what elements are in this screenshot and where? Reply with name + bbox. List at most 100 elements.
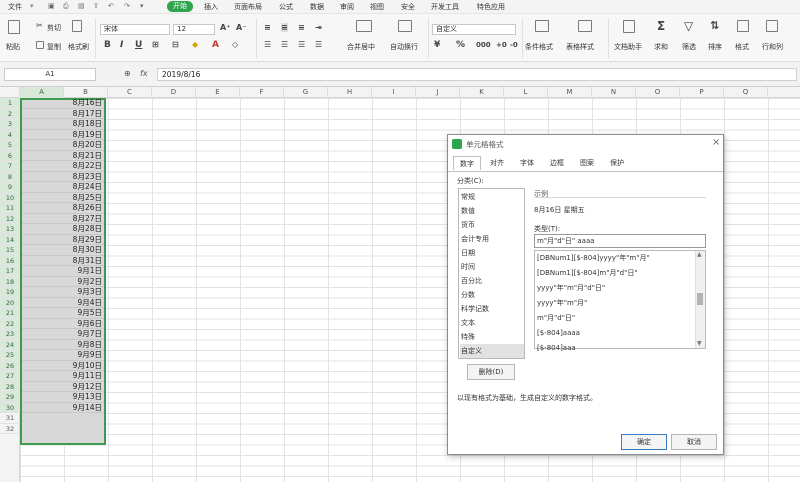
format-item[interactable]: [DBNum1][$-804]m"月"d"日" [537, 266, 695, 281]
category-item[interactable]: 数值 [460, 204, 524, 218]
category-item[interactable]: 时间 [460, 260, 524, 274]
font-size-select[interactable]: 12 [173, 24, 215, 35]
name-box[interactable]: A1 [4, 68, 96, 81]
row-header[interactable]: 22 [0, 318, 20, 329]
column-header-e[interactable]: E [196, 87, 240, 98]
sum-button[interactable]: 求和 [654, 42, 668, 52]
cell-a[interactable]: 8月25日 [22, 193, 104, 203]
format-item[interactable]: [$-804]aaaa [537, 326, 695, 341]
cell-a[interactable]: 8月23日 [22, 172, 104, 182]
row-header[interactable]: 16 [0, 255, 20, 266]
merge-border-icon[interactable]: ⊟ [172, 40, 179, 49]
format-item[interactable]: yyyy"年"m"月" [537, 296, 695, 311]
zoom-icon[interactable]: ⊕ [124, 69, 131, 78]
tab-security[interactable]: 安全 [401, 2, 415, 12]
tab-number[interactable]: 数字 [453, 156, 481, 170]
category-item[interactable]: 分数 [460, 288, 524, 302]
align-bottom-icon[interactable]: ≡ [298, 23, 305, 32]
sort-button[interactable]: 排序 [708, 42, 722, 52]
table-style-button[interactable]: 表格样式 [566, 42, 594, 52]
print-icon[interactable]: ⎙ [63, 2, 69, 11]
conditional-format-button[interactable]: 条件格式 [525, 42, 553, 52]
save-icon[interactable]: ▣ [48, 2, 55, 10]
format-item[interactable]: [DBNum1][$-804]yyyy"年"m"月" [537, 251, 695, 266]
column-header-b[interactable]: B [64, 87, 108, 98]
row-header[interactable]: 29 [0, 392, 20, 403]
cell-a[interactable]: 8月29日 [22, 235, 104, 245]
cell-a[interactable]: 9月13日 [22, 392, 104, 403]
cell-a[interactable]: 8月31日 [22, 256, 104, 266]
column-header-m[interactable]: M [548, 87, 592, 98]
tab-review[interactable]: 审阅 [340, 2, 354, 12]
align-right-icon[interactable]: ☰ [298, 40, 305, 49]
justify-icon[interactable]: ☰ [315, 40, 322, 49]
cell-a[interactable]: 9月4日 [22, 298, 104, 308]
select-all-corner[interactable] [0, 87, 20, 98]
cell-a[interactable]: 8月27日 [22, 214, 104, 224]
row-header[interactable]: 11 [0, 203, 20, 214]
column-header-c[interactable]: C [108, 87, 152, 98]
cell-a[interactable]: 8月17日 [22, 109, 104, 119]
tab-font[interactable]: 字体 [513, 156, 541, 170]
tab-home[interactable]: 开始 [167, 1, 193, 12]
tab-page-layout[interactable]: 页面布局 [234, 2, 262, 12]
font-color-icon[interactable]: A [212, 40, 219, 50]
undo-icon[interactable]: ↶ [108, 2, 114, 10]
scroll-up-icon[interactable]: ▲ [697, 251, 702, 258]
tab-insert[interactable]: 插入 [204, 2, 218, 12]
column-header-f[interactable]: F [240, 87, 284, 98]
row-header[interactable]: 28 [0, 381, 20, 392]
column-header-j[interactable]: J [416, 87, 460, 98]
row-header[interactable]: 31 [0, 413, 20, 424]
row-header[interactable]: 5 [0, 140, 20, 151]
row-header[interactable]: 15 [0, 245, 20, 256]
type-input[interactable]: m"月"d"日" aaaa [534, 234, 706, 248]
formula-input[interactable]: 2019/8/16 [157, 68, 797, 81]
close-icon[interactable]: × [712, 137, 720, 148]
cell-a[interactable]: 9月11日 [22, 371, 104, 382]
redo-icon[interactable]: ↷ [124, 2, 130, 10]
thousands-icon[interactable]: 000 [476, 41, 491, 49]
cell-a[interactable]: 9月12日 [22, 382, 104, 392]
wrap-text-button[interactable]: 自动换行 [390, 42, 418, 52]
tab-data[interactable]: 数据 [310, 2, 324, 12]
copy-button[interactable]: 复制 [47, 42, 61, 52]
column-header-n[interactable]: N [592, 87, 636, 98]
more-icon[interactable]: ▾ [140, 2, 144, 10]
row-header[interactable]: 21 [0, 308, 20, 319]
tab-view[interactable]: 视图 [370, 2, 384, 12]
indent-icon[interactable]: ⇥ [315, 23, 322, 32]
column-header-k[interactable]: K [460, 87, 504, 98]
cell-a[interactable]: 9月10日 [22, 361, 104, 371]
scroll-thumb[interactable] [697, 293, 703, 305]
format-item[interactable]: [$-804]aaa [537, 341, 695, 356]
cell-a[interactable]: 9月9日 [22, 350, 104, 361]
function-button[interactable]: fx [140, 69, 148, 78]
cell-a[interactable]: 9月5日 [22, 308, 104, 319]
column-header-o[interactable]: O [636, 87, 680, 98]
cell-a[interactable]: 9月1日 [22, 266, 104, 277]
row-header[interactable]: 25 [0, 350, 20, 361]
font-name-select[interactable]: 宋体 [100, 24, 170, 35]
cell-a[interactable]: 8月19日 [22, 130, 104, 140]
column-header-l[interactable]: L [504, 87, 548, 98]
row-header[interactable]: 12 [0, 213, 20, 224]
tab-protection[interactable]: 保护 [603, 156, 631, 170]
cell-a[interactable]: 9月14日 [22, 403, 104, 413]
cell-a[interactable]: 9月3日 [22, 287, 104, 298]
tab-alignment[interactable]: 对齐 [483, 156, 511, 170]
row-header[interactable]: 14 [0, 234, 20, 245]
filter-button[interactable]: 筛选 [682, 42, 696, 52]
column-header-h[interactable]: H [328, 87, 372, 98]
row-header[interactable]: 32 [0, 424, 20, 434]
row-header[interactable]: 10 [0, 192, 20, 203]
cell-a[interactable]: 9月2日 [22, 277, 104, 287]
column-header-a[interactable]: A [20, 87, 64, 98]
row-header[interactable]: 23 [0, 329, 20, 340]
fill-color-icon[interactable]: ◆ [192, 40, 198, 49]
scroll-down-icon[interactable]: ▼ [697, 340, 702, 347]
align-middle-icon[interactable]: ≡ [281, 23, 288, 32]
align-center-icon[interactable]: ☰ [281, 40, 288, 49]
cell-a[interactable]: 8月20日 [22, 140, 104, 151]
cell-a[interactable]: 8月24日 [22, 182, 104, 193]
